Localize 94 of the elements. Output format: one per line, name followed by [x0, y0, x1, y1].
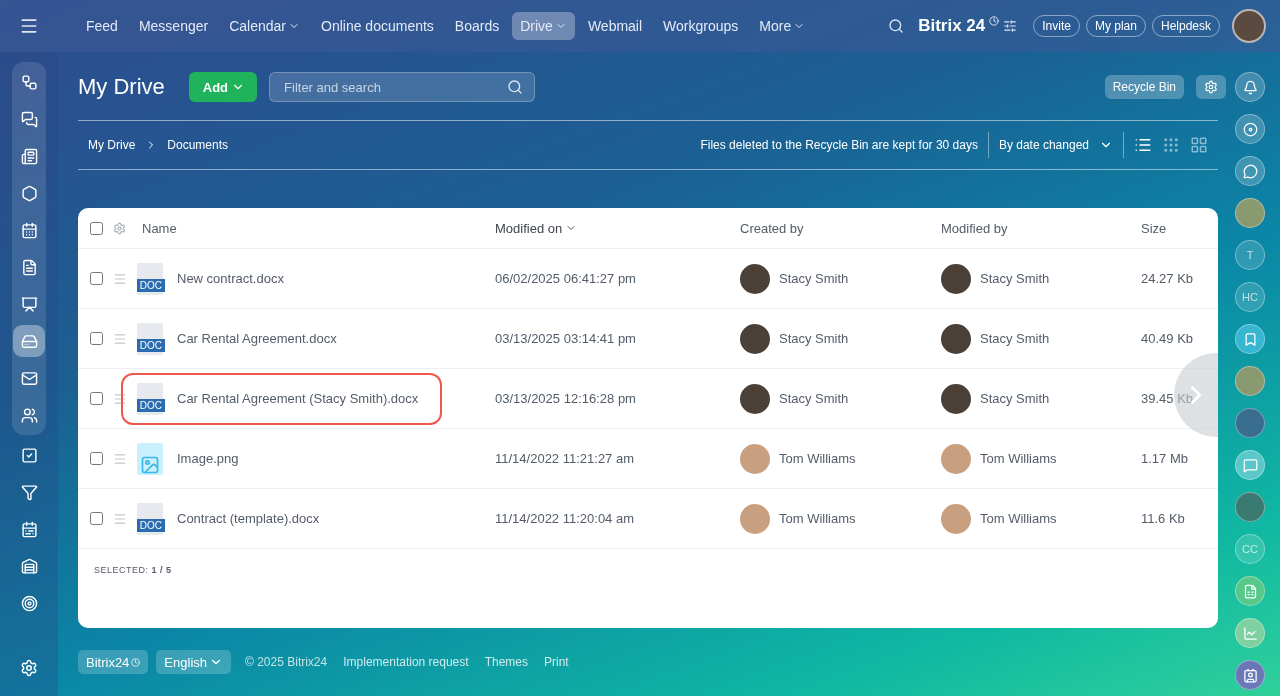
- avatar-placeholder: [740, 263, 770, 294]
- date-cell-text: 11/14/2022 11:20:04 am: [495, 511, 636, 526]
- settings-icon: [1204, 80, 1218, 94]
- avatar-placeholder: [740, 503, 770, 534]
- nav-link[interactable]: Boards: [446, 12, 508, 40]
- page-title: My Drive: [78, 74, 165, 100]
- image-file-icon: [137, 442, 163, 475]
- row-checkbox[interactable]: [90, 512, 103, 525]
- doc-file-icon: DOC: [137, 382, 163, 415]
- list-view-icon[interactable]: [1134, 136, 1152, 154]
- user-name[interactable]: Tom Williams: [779, 451, 856, 466]
- nav-link[interactable]: Feed: [78, 12, 126, 40]
- contact-icon[interactable]: [1235, 660, 1265, 690]
- nav-link[interactable]: Calendar: [221, 12, 308, 40]
- column-header[interactable]: Size: [1141, 220, 1167, 236]
- search-icon[interactable]: [507, 79, 524, 95]
- file-name[interactable]: Contract (template).docx: [177, 511, 320, 526]
- copyright: © 2025 Bitrix24: [245, 655, 328, 669]
- date-cell-text: 11/14/2022 11:21:27 am: [495, 451, 636, 466]
- avatar-placeholder: [941, 323, 971, 354]
- drive-icon[interactable]: [13, 325, 45, 357]
- row-checkbox[interactable]: [90, 272, 103, 285]
- user-name[interactable]: Stacy Smith: [980, 391, 1050, 406]
- size-cell-text: 1.17 Mb: [1141, 451, 1189, 466]
- grid-view-icon[interactable]: [1190, 136, 1208, 154]
- column-header[interactable]: Name: [142, 220, 177, 236]
- nav-link[interactable]: Webmail: [579, 12, 651, 40]
- chat-bubble-icon[interactable]: [1235, 156, 1265, 186]
- recycle-notice: Files deleted to the Recycle Bin are kept for 30 days: [700, 138, 978, 152]
- avatar-placeholder: [941, 443, 971, 474]
- search-icon[interactable]: [888, 18, 905, 34]
- nav-link[interactable]: More: [751, 12, 814, 40]
- doc-file-icon: DOC: [137, 262, 163, 295]
- user-name[interactable]: Stacy Smith: [779, 271, 849, 286]
- selected-label: SELECTED:: [94, 565, 149, 575]
- nav-link[interactable]: Workgroups: [655, 12, 747, 40]
- user-name[interactable]: Tom Williams: [980, 451, 1057, 466]
- disc-icon[interactable]: [1235, 114, 1265, 144]
- row-checkbox[interactable]: [90, 392, 103, 405]
- doc-file-icon: DOC: [137, 322, 163, 355]
- date-cell-text: 03/13/2025 12:16:28 pm: [495, 391, 637, 406]
- sliders-icon[interactable]: [1003, 19, 1018, 33]
- menu-icon[interactable]: [19, 16, 39, 36]
- avatar-placeholder: [941, 503, 971, 534]
- drag-handle-icon[interactable]: [113, 451, 127, 466]
- date-cell-text: 03/13/2025 03:14:41 pm: [495, 331, 637, 346]
- user-name[interactable]: Tom Williams: [980, 511, 1057, 526]
- nav-link[interactable]: Online documents: [313, 12, 442, 40]
- avatar-placeholder: [941, 383, 971, 414]
- file-name[interactable]: Car Rental Agreement.docx: [177, 331, 337, 346]
- user-name[interactable]: Stacy Smith: [980, 271, 1050, 286]
- avatar-placeholder: [740, 383, 770, 414]
- row-checkbox[interactable]: [90, 332, 103, 345]
- small-grid-icon[interactable]: [1162, 136, 1180, 154]
- breadcrumb-link[interactable]: Documents: [167, 138, 229, 152]
- clock-icon: [131, 657, 141, 667]
- user-name[interactable]: Stacy Smith: [779, 391, 849, 406]
- avatar-placeholder: [740, 323, 770, 354]
- nav-link[interactable]: Messenger: [130, 12, 217, 40]
- breadcrumb-link[interactable]: My Drive: [88, 138, 136, 152]
- column-header[interactable]: Modified by: [941, 220, 1008, 236]
- user-name[interactable]: Stacy Smith: [980, 331, 1050, 346]
- file-name[interactable]: Image.png: [177, 451, 239, 466]
- drag-handle-icon[interactable]: [113, 511, 127, 526]
- user-avatar[interactable]: [1232, 9, 1266, 43]
- clock-icon: [989, 16, 1000, 26]
- logo: Bitrix 24: [918, 16, 986, 36]
- recycle-bin-button[interactable]: Recycle Bin: [1104, 75, 1184, 99]
- drag-handle-icon[interactable]: [113, 391, 127, 406]
- file-name[interactable]: New contract.docx: [177, 271, 284, 286]
- file-name[interactable]: Car Rental Agreement (Stacy Smith).docx: [177, 391, 419, 406]
- sort-dropdown[interactable]: By date changed: [998, 138, 1089, 152]
- selected-count: 1 / 5: [151, 565, 172, 575]
- drag-handle-icon[interactable]: [113, 271, 127, 286]
- user-name[interactable]: Tom Williams: [779, 511, 856, 526]
- size-cell-text: 11.6 Kb: [1141, 511, 1186, 526]
- bell-icon[interactable]: [1235, 72, 1265, 102]
- column-header[interactable]: Created by: [740, 220, 804, 236]
- avatar-placeholder: [740, 443, 770, 474]
- size-cell-text: 39.45 Kb: [1141, 391, 1195, 406]
- row-checkbox[interactable]: [90, 452, 103, 465]
- bookmark-icon[interactable]: [1235, 324, 1265, 354]
- doc-file-icon: DOC: [137, 502, 163, 535]
- user-name[interactable]: Stacy Smith: [779, 331, 849, 346]
- settings-button[interactable]: [1196, 75, 1226, 99]
- size-cell-text: 40.49 Kb: [1141, 331, 1195, 346]
- select-all-checkbox[interactable]: [90, 221, 103, 235]
- date-cell-text: 06/02/2025 06:41:27 pm: [495, 271, 637, 286]
- drag-handle-icon[interactable]: [113, 331, 127, 346]
- size-cell-text: 24.27 Kb: [1141, 271, 1195, 286]
- message-icon[interactable]: [1235, 450, 1265, 480]
- column-header[interactable]: Modified on: [495, 220, 563, 236]
- avatar-placeholder: [941, 263, 971, 294]
- sheet-icon[interactable]: [1235, 576, 1265, 606]
